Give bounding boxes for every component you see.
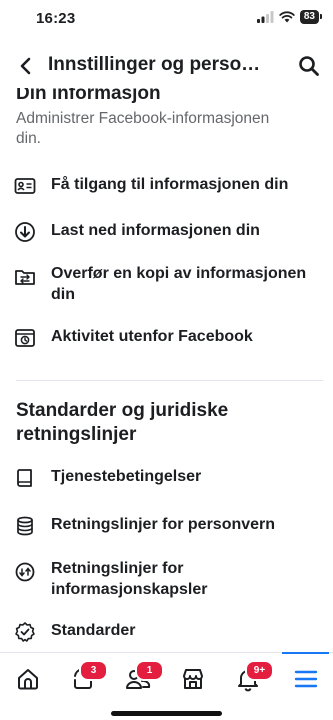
tab-home[interactable] [0, 653, 55, 705]
menu-item-label: Retningslinjer for informasjonskapsler [51, 560, 208, 598]
header: Innstillinger og perso… [0, 44, 333, 88]
signal-icon [256, 11, 274, 23]
cookie-icon [14, 561, 36, 583]
menu-icon [294, 670, 317, 688]
menu-item-label: Retningslinjer for personvern [51, 516, 276, 533]
tab-marketplace[interactable] [165, 653, 220, 705]
badge-check-icon [14, 621, 36, 643]
tab-friends[interactable]: 1 [110, 653, 165, 705]
home-indicator [111, 711, 222, 716]
menu-item-privacy-policy[interactable]: Retningslinjer for personvern [0, 514, 333, 538]
tab-menu[interactable] [278, 652, 333, 705]
status-bar: 16:23 83 [0, 0, 333, 38]
transfer-icon [14, 266, 36, 288]
store-icon [182, 669, 203, 689]
history-icon [14, 327, 36, 349]
section-divider [16, 380, 323, 381]
home-icon [17, 669, 38, 690]
book-icon [14, 467, 36, 489]
menu-item-off-facebook-activity[interactable]: Aktivitet utenfor Facebook [0, 326, 333, 350]
section-title-legal: Standarder og juridiske retningslinjer [16, 400, 229, 445]
search-icon [299, 56, 319, 76]
notification-badge: 1 [135, 660, 164, 681]
page-title: Innstillinger og perso… [48, 54, 261, 75]
menu-item-download-information[interactable]: Last ned informasjonen din [0, 220, 333, 244]
download-icon [14, 221, 36, 243]
settings-content[interactable]: Din informasjon Administrer Facebook-inf… [0, 88, 333, 650]
database-icon [14, 515, 36, 537]
menu-item-transfer-copy[interactable]: Overfør en kopi av informasjonen din [0, 263, 333, 307]
battery-icon: 83 [299, 10, 323, 24]
menu-item-terms-of-service[interactable]: Tjenestebetingelser [0, 466, 333, 490]
search-button[interactable] [295, 52, 323, 80]
bottom-tab-bar: 3 1 9+ [0, 652, 333, 704]
section-title-info: Din informasjon [16, 88, 161, 104]
menu-item-label: Aktivitet utenfor Facebook [51, 328, 253, 345]
tab-watch[interactable]: 3 [55, 653, 110, 705]
menu-item-label: Standarder [51, 622, 136, 639]
tab-notifications[interactable]: 9+ [220, 653, 275, 705]
menu-item-community-standards[interactable]: Standarder [0, 620, 333, 644]
menu-item-label: Få tilgang til informasjonen din [51, 176, 289, 193]
menu-item-label: Overfør en kopi av informasjonen din [51, 265, 307, 303]
id-card-icon [14, 175, 36, 197]
section-description-info: Administrer Facebook-informasjonen din. [16, 110, 270, 147]
menu-item-cookie-policy[interactable]: Retningslinjer for informasjonskapsler [0, 558, 333, 602]
menu-item-label: Tjenestebetingelser [51, 468, 202, 485]
wifi-icon [279, 11, 295, 23]
menu-item-label: Last ned informasjonen din [51, 222, 260, 239]
chevron-left-icon [20, 57, 31, 75]
status-time: 16:23 [36, 10, 76, 27]
status-icons: 83 [256, 10, 323, 24]
menu-item-access-information[interactable]: Få tilgang til informasjonen din [0, 174, 333, 198]
notification-badge: 3 [79, 660, 108, 681]
notification-badge: 9+ [245, 660, 274, 681]
back-button[interactable] [12, 52, 40, 80]
